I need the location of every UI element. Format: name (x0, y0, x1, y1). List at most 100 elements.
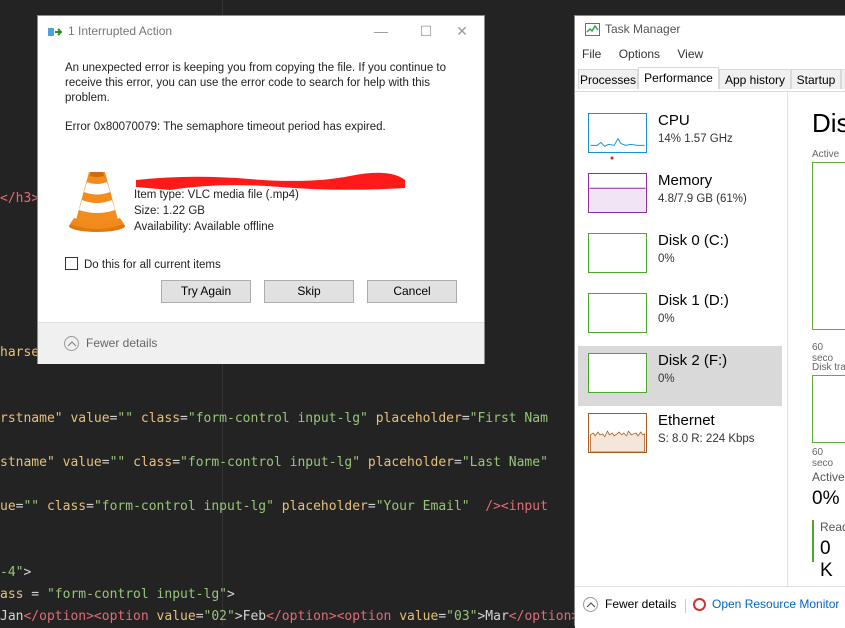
menu-file[interactable]: File (582, 47, 601, 61)
open-resource-monitor-label: Open Resource Monitor (712, 597, 840, 611)
fewer-details-toggle[interactable]: Fewer details (64, 336, 157, 352)
cancel-button[interactable]: Cancel (367, 280, 457, 303)
code-token: value (399, 609, 439, 624)
checkbox-box[interactable] (65, 257, 78, 270)
tab-bar: Processes Performance App history Startu… (575, 67, 845, 92)
code-token: "form-control input-lg" (180, 455, 361, 470)
menu-view[interactable]: View (677, 47, 703, 61)
code-line: -4"> (0, 564, 31, 582)
footer-separator (685, 599, 686, 613)
code-token: > (226, 587, 235, 602)
tab-performance[interactable]: Performance (638, 67, 719, 89)
chevron-up-icon (64, 336, 79, 352)
code-token: /><input (485, 499, 548, 514)
apply-all-checkbox[interactable]: Do this for all current items (65, 257, 221, 271)
disk-1-value: 0% (658, 313, 675, 325)
code-line: ass = "form-control input-lg"> (0, 586, 235, 604)
tab-app-history[interactable]: App history (719, 69, 791, 89)
code-token: = (180, 411, 188, 426)
code-token: placeholder (375, 411, 462, 426)
dialog-title: 1 Interrupted Action (68, 24, 173, 38)
sidebar-item-disk-1[interactable]: Disk 1 (D:) 0% (578, 286, 782, 346)
open-resource-monitor-link[interactable]: Open Resource Monitor (693, 597, 840, 612)
item-type: Item type: VLC media file (.mp4) (134, 189, 299, 201)
ethernet-graph (588, 413, 647, 453)
memory-label: Memory (658, 172, 713, 189)
file-info: Item type: VLC media file (.mp4) Size: 1… (134, 187, 299, 235)
code-token: > (23, 565, 32, 580)
code-token: "First Nam (469, 411, 548, 426)
copy-icon (48, 28, 62, 36)
sidebar-item-memory[interactable]: Memory 4.8/7.9 GB (61%) (578, 166, 782, 226)
transfer-rate-graph (812, 375, 845, 443)
code-token: value (62, 455, 102, 470)
task-manager-footer: Fewer details Open Resource Monitor (575, 586, 845, 628)
code-token: </option> (508, 609, 580, 624)
seconds-label-1: 60 seco (812, 342, 834, 364)
code-token: "form-control input-lg" (93, 499, 274, 514)
active-time-label: Active (812, 149, 840, 160)
read-speed-label: Read (820, 520, 845, 534)
code-line: ue="" class="form-control input-lg" plac… (0, 498, 548, 516)
code-token: Jan (0, 609, 24, 624)
tm-fewer-details-toggle[interactable]: Fewer details (583, 597, 676, 613)
disk-2-graph (588, 353, 647, 393)
code-line: harse (0, 344, 39, 362)
menu-bar: File Options View (582, 47, 717, 61)
sidebar-item-disk-2[interactable]: Disk 2 (F:) 0% (578, 346, 782, 406)
tab-processes[interactable]: Processes (578, 69, 638, 89)
close-button[interactable]: ✕ (451, 20, 473, 42)
detail-heading: Dis (812, 108, 845, 138)
code-token: placeholder (281, 499, 368, 514)
file-size: Size: 1.22 GB (134, 205, 205, 217)
menu-options[interactable]: Options (619, 47, 660, 61)
task-manager-title-bar[interactable]: Task Manager (575, 16, 845, 42)
tab-startup[interactable]: Startup (791, 69, 841, 89)
resource-monitor-icon (693, 598, 706, 612)
code-token: = (461, 411, 470, 426)
ethernet-label: Ethernet (658, 412, 715, 429)
code-token: </option><option (23, 609, 149, 624)
maximize-button[interactable]: ☐ (415, 20, 437, 42)
code-token: >Feb (234, 609, 267, 624)
code-token: h3 (15, 191, 32, 206)
dialog-title-bar[interactable]: 1 Interrupted Action — ☐ ✕ (38, 16, 484, 46)
code-token: placeholder (367, 455, 454, 470)
code-token: "" (117, 411, 134, 426)
interrupted-action-dialog: 1 Interrupted Action — ☐ ✕ An unexpected… (37, 15, 485, 364)
code-token: "Last Name" (461, 455, 548, 470)
disk-0-graph (588, 233, 647, 273)
cpu-label: CPU (658, 112, 690, 129)
code-token: stname" (0, 455, 55, 470)
disk-1-graph (588, 293, 647, 333)
code-token: "Your Email" (375, 499, 470, 514)
dialog-footer: Fewer details (38, 322, 484, 364)
code-token: "form-control input-lg" (187, 411, 368, 426)
code-line: rstname" value="" class="form-control in… (0, 410, 548, 428)
minimize-button[interactable]: — (370, 20, 392, 42)
code-token: "03" (446, 609, 478, 624)
code-token: "02" (203, 609, 235, 624)
active-time-stat-label: Active (812, 470, 845, 484)
tab-overflow[interactable] (841, 69, 845, 89)
sidebar-item-cpu[interactable]: CPU 14% 1.57 GHz (578, 106, 782, 166)
try-again-button[interactable]: Try Again (161, 280, 251, 303)
code-token: = (438, 609, 447, 624)
disk-0-label: Disk 0 (C:) (658, 232, 729, 249)
disk-0-value: 0% (658, 253, 675, 265)
sidebar-item-disk-0[interactable]: Disk 0 (C:) 0% (578, 226, 782, 286)
skip-button[interactable]: Skip (264, 280, 354, 303)
code-token: = (172, 455, 181, 470)
sidebar-item-ethernet[interactable]: Ethernet S: 8.0 R: 224 Kbps (578, 406, 782, 466)
disk-2-label: Disk 2 (F:) (658, 352, 728, 369)
code-token: class (46, 499, 87, 514)
code-token: rstname" (0, 411, 63, 426)
code-token: value (70, 411, 110, 426)
code-token: ass (0, 587, 24, 602)
